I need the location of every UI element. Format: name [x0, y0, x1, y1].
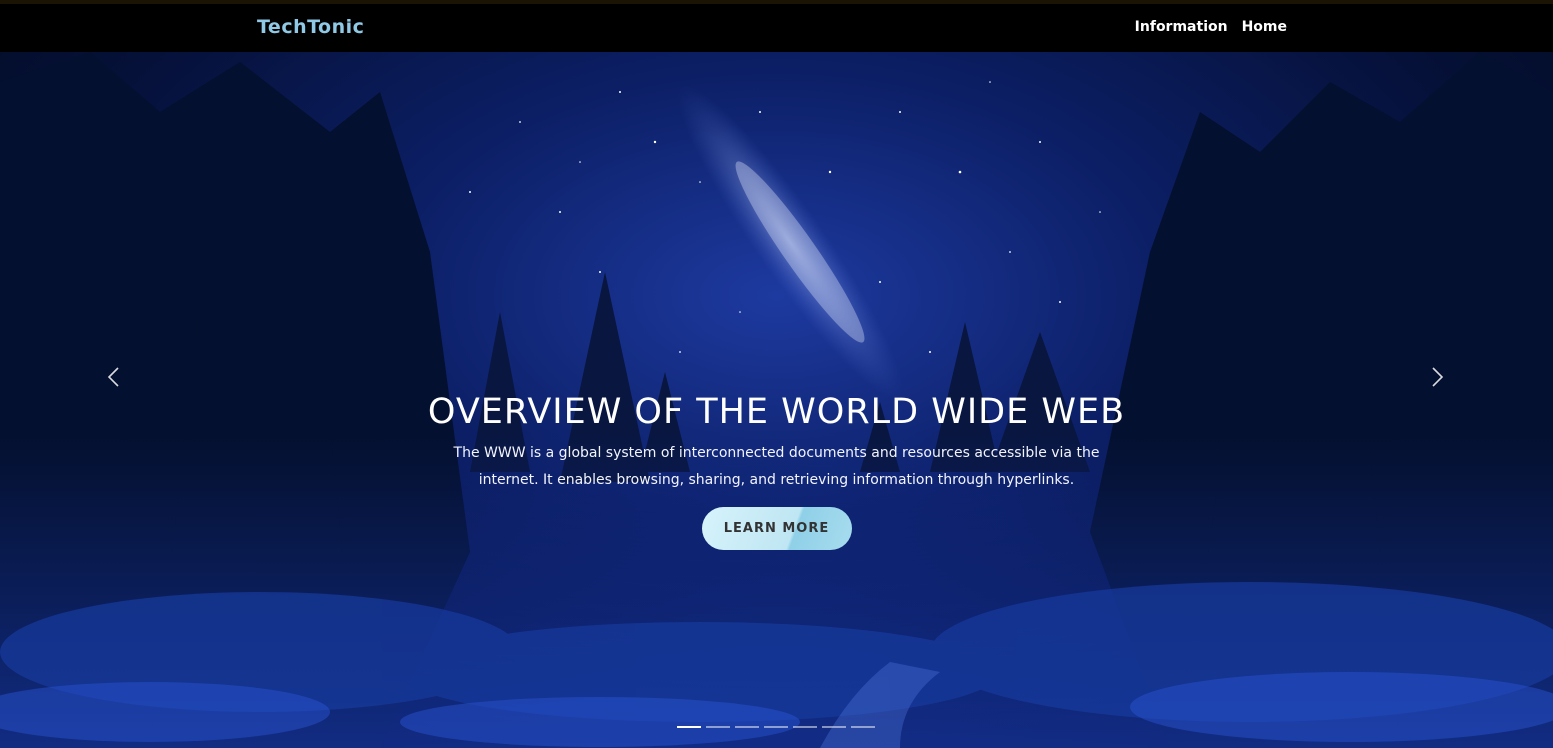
hero-description: The WWW is a global system of interconne… [453, 445, 1100, 488]
carousel-indicator-5[interactable] [793, 726, 817, 728]
navbar: TechTonic Information Home [0, 4, 1553, 52]
hero-title: OVERVIEW OF THE WORLD WIDE WEB [427, 392, 1126, 432]
carousel-indicator-3[interactable] [735, 726, 759, 728]
learn-more-button[interactable]: LEARN MORE [701, 507, 852, 550]
carousel-indicator-4[interactable] [764, 726, 788, 728]
hero-carousel: OVERVIEW OF THE WORLD WIDE WEB The WWW i… [0, 52, 1553, 748]
nav-link-home[interactable]: Home [1242, 19, 1287, 35]
brand-logo[interactable]: TechTonic [257, 16, 364, 38]
carousel-prev-button[interactable] [99, 362, 129, 392]
carousel-indicator-7[interactable] [851, 726, 875, 728]
carousel-indicator-6[interactable] [822, 726, 846, 728]
nav-link-information[interactable]: Information [1135, 19, 1228, 35]
carousel-indicators [677, 726, 875, 728]
carousel-next-button[interactable] [1422, 362, 1452, 392]
carousel-indicator-2[interactable] [706, 726, 730, 728]
hero-caption: OVERVIEW OF THE WORLD WIDE WEB The WWW i… [0, 390, 1553, 550]
chevron-left-icon [107, 367, 119, 387]
carousel-indicator-1[interactable] [677, 726, 701, 728]
chevron-right-icon [1432, 367, 1444, 387]
nav-links: Information Home [1135, 19, 1287, 35]
